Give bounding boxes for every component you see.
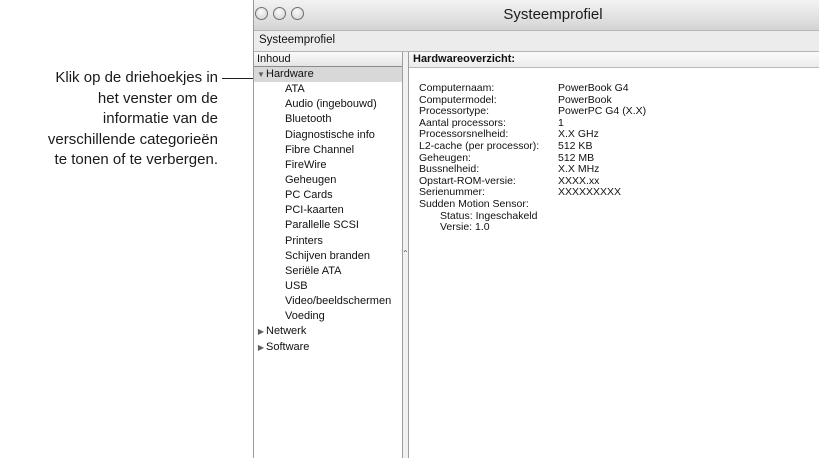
info-row: Computernaam: PowerBook G4	[419, 82, 629, 94]
window-title: Systeemprofiel	[503, 6, 603, 23]
sidebar-item-label: Hardware	[266, 68, 314, 80]
triangle-right-icon[interactable]: ▶	[256, 324, 266, 339]
callout-line: verschillende categorieën	[47, 130, 218, 148]
sidebar-item-firewire[interactable]: FireWire	[254, 158, 402, 173]
sidebar-item-displays[interactable]: Video/beeldschermen	[254, 294, 402, 309]
callout-line: het venster om de	[97, 89, 218, 107]
sidebar-item-disc-burning[interactable]: Schijven branden	[254, 249, 402, 264]
sidebar-item-fibre-channel[interactable]: Fibre Channel	[254, 143, 402, 158]
sidebar-item-bluetooth[interactable]: Bluetooth	[254, 112, 402, 127]
sidebar-item-software[interactable]: ▶ Software	[254, 340, 402, 355]
system-profiler-window: Systeemprofiel Systeemprofiel Inhoud ▼Ha…	[253, 0, 819, 458]
sidebar-item-ata[interactable]: ATA	[254, 82, 402, 97]
sidebar-item-label: Software	[266, 340, 310, 353]
sidebar-item-serial-ata[interactable]: Seriële ATA	[254, 264, 402, 279]
detail-pane: Hardwareoverzicht: Computernaam: PowerBoo…	[409, 52, 819, 458]
sidebar-item-label: Netwerk	[266, 325, 307, 338]
sidebar-item-parallel-scsi[interactable]: Parallelle SCSI	[254, 218, 402, 233]
sidebar-item-usb[interactable]: USB	[254, 279, 402, 294]
sms-label: Sudden Motion Sensor:	[419, 197, 529, 210]
title-bar[interactable]: Systeemprofiel	[254, 0, 819, 31]
divider-grip-icon[interactable]: ⌃	[402, 249, 409, 258]
info-row: Bussnelheid: X.X MHz	[419, 163, 600, 176]
callout-line: te tonen of te verbergen.	[54, 151, 218, 168]
toolbar-label: Systeemprofiel	[259, 34, 336, 46]
callout-text: Klik op de driehoekjes in het venster om…	[0, 68, 218, 171]
sidebar-item-power[interactable]: Voeding	[254, 309, 402, 324]
triangle-down-icon[interactable]: ▼	[256, 67, 266, 82]
sidebar-header[interactable]: Inhoud	[254, 52, 402, 67]
split-view-divider[interactable]: ⌃	[402, 52, 409, 458]
sidebar-item-hardware[interactable]: ▼Hardware	[254, 67, 402, 83]
sms-version: Versie: 1.0	[440, 221, 490, 234]
toolbar: Systeemprofiel	[254, 31, 819, 52]
info-row: L2-cache (per processor): 512 KB	[419, 139, 593, 152]
detail-header: Hardwareoverzicht:	[409, 52, 819, 68]
sidebar-item-pc-cards[interactable]: PC Cards	[254, 188, 402, 203]
hardware-overview: Computernaam: PowerBook G4 Computermodel:…	[419, 82, 646, 234]
triangle-right-icon[interactable]: ▶	[256, 340, 266, 355]
sidebar-item-diagnostics[interactable]: Diagnostische info	[254, 128, 402, 143]
sidebar-item-network[interactable]: ▶ Netwerk	[254, 324, 402, 339]
sidebar-item-memory[interactable]: Geheugen	[254, 173, 402, 188]
sidebar-item-audio[interactable]: Audio (ingebouwd)	[254, 97, 402, 112]
sidebar-item-printers[interactable]: Printers	[254, 234, 402, 249]
callout-line: informatie van de	[102, 110, 218, 127]
sidebar-item-pci-cards[interactable]: PCI-kaarten	[254, 203, 402, 218]
contents-sidebar: Inhoud ▼Hardware ATA Audio (ingebouwd) B…	[254, 52, 402, 458]
callout-line: Klik op de driehoekjes in	[55, 69, 218, 86]
